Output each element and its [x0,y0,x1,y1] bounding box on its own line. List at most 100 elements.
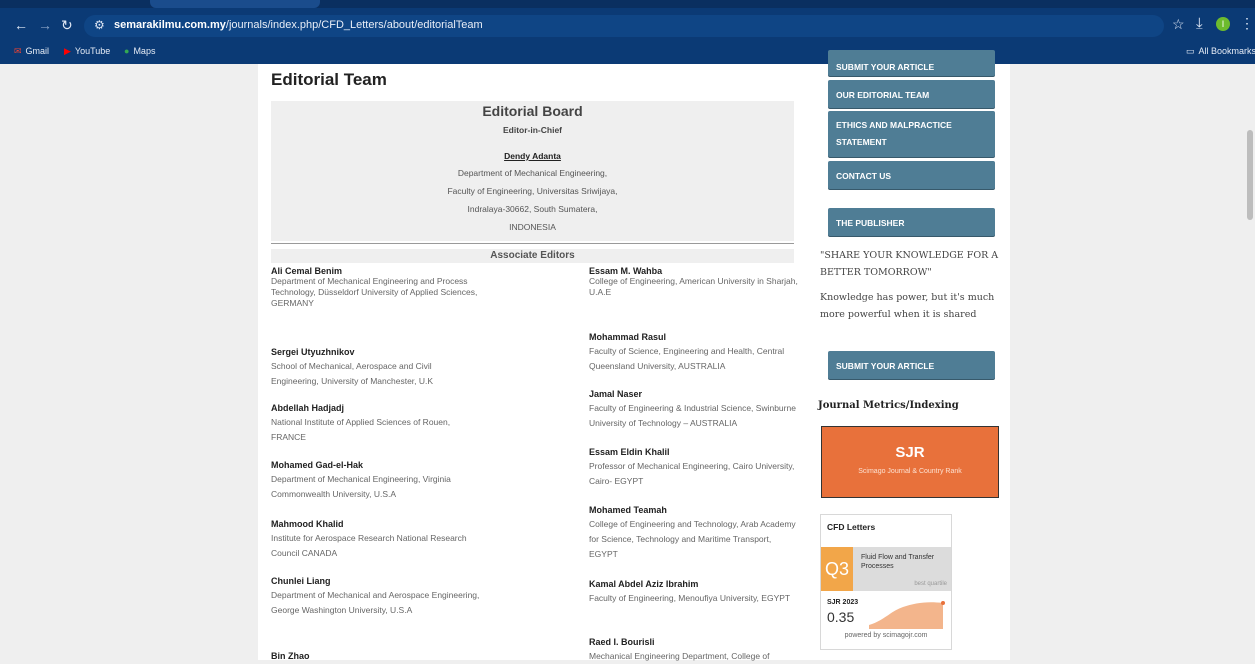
editor-entry: Mohammad Rasul Faculty of Science, Engin… [589,332,799,374]
bookmark-star-icon[interactable]: ☆ [1172,16,1185,33]
editor-affiliation: College of Engineering and Technology, A… [589,519,796,559]
sjr-trend-sparkline [869,601,945,629]
scrollbar[interactable] [1247,130,1253,220]
contact-us-button[interactable]: CONTACT US [828,161,995,189]
editor-in-chief-link[interactable]: Dendy Adanta [271,151,794,161]
bookmark-label: YouTube [74,46,111,56]
bookmark-maps[interactable]: ● Maps [124,46,155,56]
editor-name: Chunlei Liang [271,576,331,586]
editor-entry: Mohamed Teamah College of Engineering an… [589,505,799,562]
editor-name: Raed I. Bourisli [589,637,655,647]
bookmark-youtube[interactable]: ▶ YouTube [64,46,110,57]
button-label: ETHICS AND MALPRACTICE STATEMENT [836,120,952,147]
button-label: THE PUBLISHER [836,218,905,228]
editor-entry: Sergei Utyuzhnikov School of Mechanical,… [271,347,481,389]
editor-affiliation: School of Mechanical, Aerospace and Civi… [271,361,434,386]
sjr-banner-link[interactable]: SJR Scimago Journal & Country Rank [821,426,999,498]
ethics-statement-button[interactable]: ETHICS AND MALPRACTICE STATEMENT [828,111,995,157]
editor-entry: Jamal Naser Faculty of Engineering & Ind… [589,389,799,431]
editor-entry: Essam Eldin Khalil Professor of Mechanic… [589,447,799,489]
editor-affiliation: Mechanical Engineering Department, Colle… [589,651,770,661]
editor-affiliation: National Institute of Applied Sciences o… [271,417,451,442]
forward-icon[interactable]: → [38,17,52,33]
board-line: Department of Mechanical Engineering, [457,168,608,178]
button-label: SUBMIT YOUR ARTICLE [836,361,935,371]
board-line: Indralaya-30662, South Sumatera, [467,204,598,214]
back-icon[interactable]: ← [14,17,28,33]
browser-chrome: ← → ↻ ⚙ semarakilmu.com.my/journals/inde… [0,0,1255,64]
site-info-icon[interactable]: ⚙ [94,18,105,32]
category-label: Fluid Flow and Transfer Processes [861,554,935,570]
address-bar[interactable]: ⚙ semarakilmu.com.my/journals/index.php/… [84,15,1164,37]
bookmark-gmail[interactable]: ✉ Gmail [14,46,49,57]
editor-name: Essam M. Wahba [589,266,663,276]
board-line: INDONESIA [509,222,556,232]
board-role: Editor-in-Chief [502,125,563,135]
all-bookmarks[interactable]: ▭ All Bookmarks [1186,46,1255,57]
bookmark-label: Gmail [25,46,50,56]
editor-name: Abdellah Hadjadj [271,403,345,413]
board-line: Faculty of Engineering, Universitas Sriw… [447,186,618,196]
submit-article-button-top[interactable]: SUBMIT YOUR ARTICLE [828,50,995,76]
submit-article-button[interactable]: SUBMIT YOUR ARTICLE [828,351,995,379]
editor-entry: Essam M. Wahba College of Engineering, A… [589,266,799,298]
editor-name: Mohamed Gad-el-Hak [271,460,364,470]
editor-name: Essam Eldin Khalil [589,447,670,457]
all-bookmarks-label: All Bookmarks [1198,46,1255,56]
associate-heading: Associate Editors [271,249,794,263]
best-quartile-label: best quartile [914,581,947,587]
powered-by: powered by scimagojr.com [844,632,928,639]
scimago-widget[interactable]: CFD Letters Q3 Fluid Flow and Transfer P… [820,514,952,650]
sjr-value: 0.35 [827,609,855,625]
editor-affiliation: Faculty of Engineering & Industrial Scie… [589,403,796,428]
category-box: Fluid Flow and Transfer Processes best q… [853,547,951,591]
folder-icon: ▭ [1186,46,1195,56]
editor-affiliation: Institute for Aerospace Research Nationa… [271,533,467,558]
page-content: Editorial Team Editorial Board Editor-in… [258,50,1010,661]
button-label: OUR EDITORIAL TEAM [836,90,930,100]
editor-affiliation: Department of Mechanical Engineering and… [271,276,478,308]
reload-icon[interactable]: ↻ [61,17,73,34]
the-publisher-button[interactable]: THE PUBLISHER [828,208,995,236]
url-text: semarakilmu.com.my/journals/index.php/CF… [114,19,483,31]
editorial-board-box: Editorial Board Editor-in-Chief Dendy Ad… [271,101,794,241]
button-label: CONTACT US [836,171,892,181]
divider [271,243,794,244]
url-domain: semarakilmu.com.my [114,19,226,31]
publisher-quote: Knowledge has power, but it's much more … [820,292,995,320]
active-tab[interactable] [150,0,320,8]
editor-name: Mohammad Rasul [589,332,667,342]
editor-entry: Ali Cemal Benim Department of Mechanical… [271,266,481,309]
editor-affiliation: Faculty of Science, Engineering and Heal… [589,346,785,371]
metrics-heading: Journal Metrics/Indexing [818,400,959,411]
editor-name: Ali Cemal Benim [271,266,343,276]
sjr-year-label: SJR 2023 [827,599,859,606]
profile-avatar[interactable]: I [1216,17,1230,31]
publisher-slogan: "SHARE YOUR KNOWLEDGE FOR A BETTER TOMOR… [820,250,999,278]
editor-entry: Chunlei Liang Department of Mechanical a… [271,576,481,618]
youtube-icon: ▶ [64,46,71,56]
editor-entry: Mohamed Gad-el-Hak Department of Mechani… [271,460,481,502]
editor-affiliation: College of Engineering, American Univers… [589,276,798,297]
editor-affiliation: Department of Mechanical Engineering, Vi… [271,474,451,499]
editor-name: Jamal Naser [589,389,643,399]
our-editorial-team-button[interactable]: OUR EDITORIAL TEAM [828,80,995,108]
editor-name: Kamal Abdel Aziz Ibrahim [589,579,699,589]
menu-icon[interactable]: ⋮ [1240,15,1254,32]
quartile-badge: Q3 [821,547,853,591]
bookmark-label: Maps [133,46,156,56]
download-icon[interactable]: ⤓ [1196,15,1203,32]
editor-entry: Abdellah Hadjadj National Institute of A… [271,403,481,445]
editor-entry: Kamal Abdel Aziz Ibrahim Faculty of Engi… [589,579,799,606]
widget-journal-title: CFD Letters [827,522,876,532]
page-title: Editorial Team [271,70,387,89]
editor-affiliation: Professor of Mechanical Engineering, Cai… [589,461,795,486]
gmail-icon: ✉ [14,46,22,56]
sjr-subtitle: Scimago Journal & Country Rank [858,468,962,475]
editor-name: Sergei Utyuzhnikov [271,347,355,357]
board-heading: Editorial Board [482,103,583,119]
sjr-title: SJR [895,444,925,461]
button-label: SUBMIT YOUR ARTICLE [836,62,935,72]
editor-name: Mohamed Teamah [589,505,667,515]
editor-affiliation: Faculty of Engineering, Menoufiya Univer… [589,593,791,603]
